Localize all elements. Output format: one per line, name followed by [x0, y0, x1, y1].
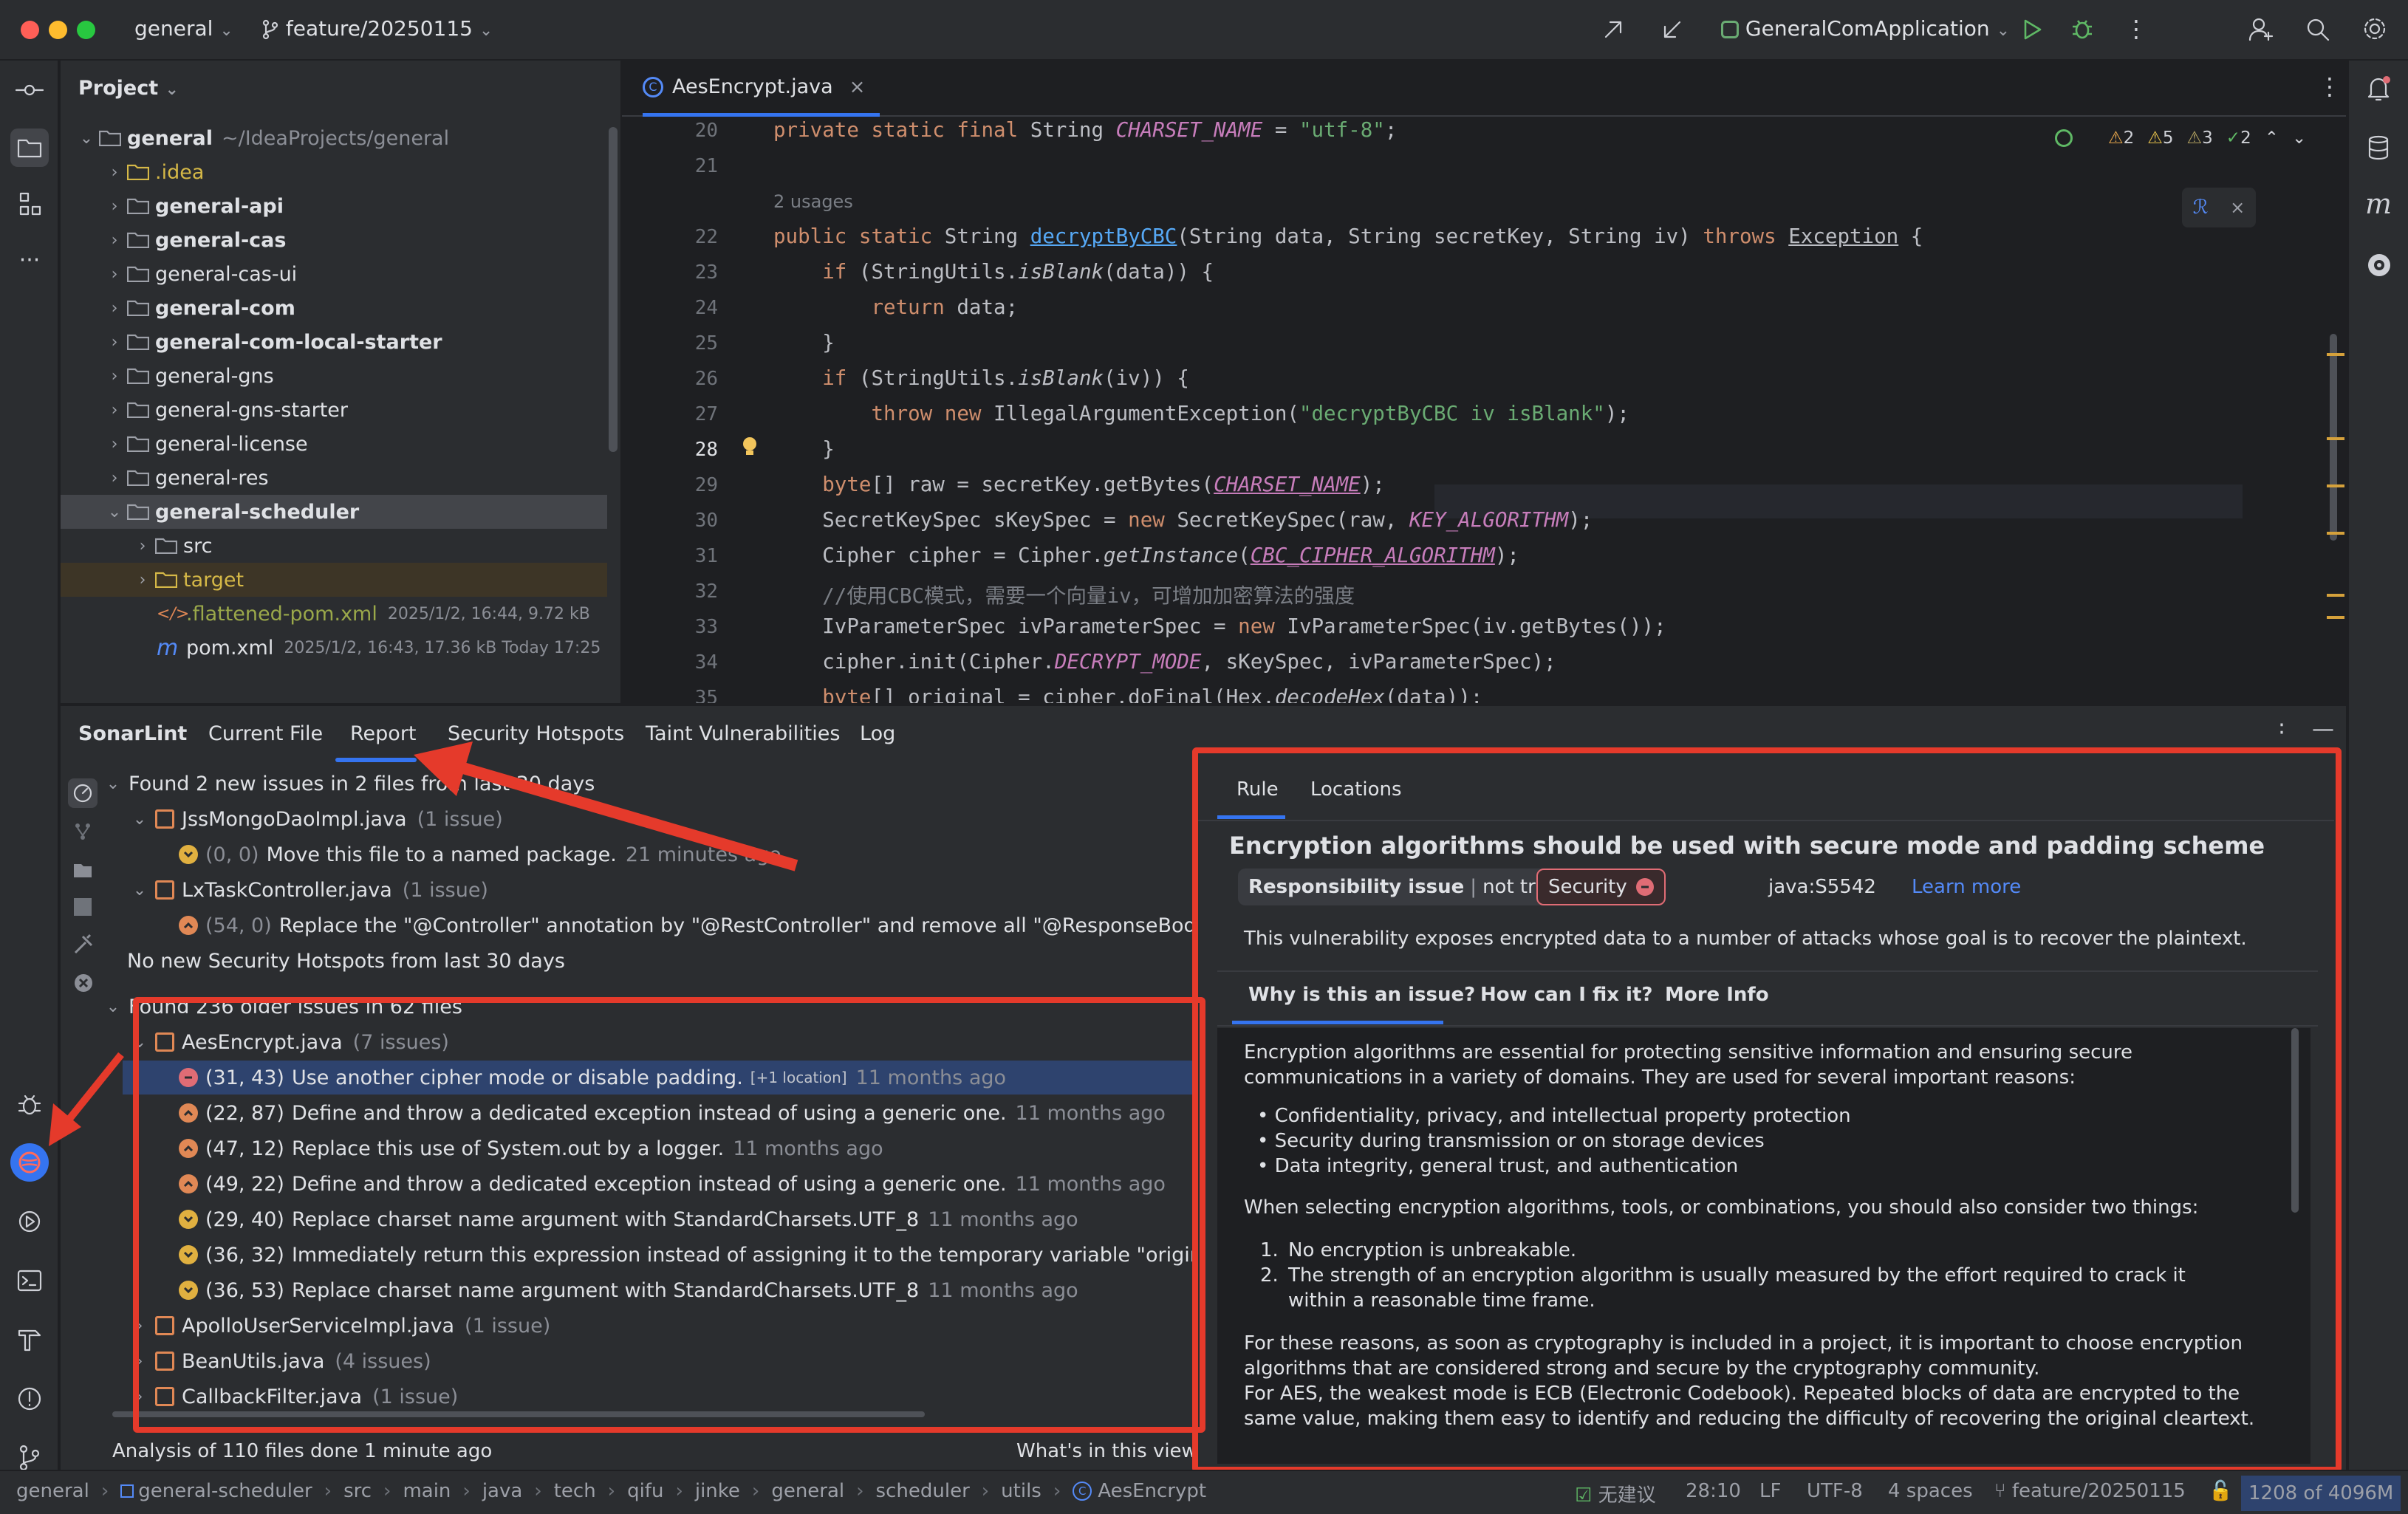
chevron-right-icon: ›	[1053, 1480, 1061, 1502]
branch-icon: ⑂	[1994, 1480, 2006, 1502]
breadcrumb-item[interactable]: general	[771, 1480, 844, 1502]
chevron-right-icon: ›	[751, 1480, 760, 1502]
memory-indicator[interactable]: 1208 of 4096M	[2241, 1476, 2401, 1511]
breadcrumb-item[interactable]: general	[16, 1480, 89, 1502]
breadcrumb-item[interactable]: main	[403, 1480, 451, 1502]
status-branch[interactable]: ⑂ feature/20250115	[1994, 1480, 2186, 1502]
breadcrumb-item[interactable]: AesEncrypt	[1098, 1480, 1206, 1502]
status-bar: general › general-scheduler › src › main › java ›…	[0, 1470, 2408, 1514]
annotation-arrowhead	[414, 741, 473, 796]
caret-position[interactable]: 28:10	[1686, 1480, 1741, 1502]
breadcrumb-item[interactable]: jinke	[695, 1480, 740, 1502]
chevron-right-icon: ›	[100, 1480, 109, 1502]
sonar-suggestions[interactable]: ☑ 无建议	[1575, 1480, 1656, 1507]
annotation-arrows	[49, 741, 798, 1146]
chevron-right-icon: ›	[462, 1480, 471, 1502]
breadcrumb: general › general-scheduler › src › main › java ›…	[16, 1480, 1206, 1502]
breadcrumb-item[interactable]: utils	[1001, 1480, 1041, 1502]
breadcrumb-item[interactable]: java	[482, 1480, 522, 1502]
line-separator[interactable]: LF	[1759, 1480, 1781, 1502]
breadcrumb-item[interactable]: qifu	[627, 1480, 663, 1502]
chevron-right-icon: ›	[856, 1480, 864, 1502]
annotation-arrow-report	[448, 758, 798, 871]
breadcrumb-item[interactable]: src	[343, 1480, 372, 1502]
module-icon	[120, 1484, 134, 1498]
chevron-right-icon: ›	[534, 1480, 542, 1502]
indent-setting[interactable]: 4 spaces	[1888, 1480, 1973, 1502]
chevron-right-icon: ›	[981, 1480, 990, 1502]
annotation-arrow-sonarlint	[64, 1052, 124, 1126]
readonly-lock-icon[interactable]: 🔓	[2209, 1480, 2232, 1502]
chevron-right-icon: ›	[324, 1480, 332, 1502]
breadcrumb-item[interactable]: general-scheduler	[138, 1480, 312, 1502]
breadcrumb-item[interactable]: scheduler	[876, 1480, 970, 1502]
breadcrumb-item[interactable]: tech	[554, 1480, 596, 1502]
sonar-check-icon: ☑	[1575, 1484, 1593, 1507]
java-class-icon: C	[1073, 1482, 1092, 1501]
chevron-right-icon: ›	[675, 1480, 683, 1502]
file-encoding[interactable]: UTF-8	[1807, 1480, 1863, 1502]
chevron-right-icon: ›	[607, 1480, 616, 1502]
chevron-right-icon: ›	[383, 1480, 391, 1502]
